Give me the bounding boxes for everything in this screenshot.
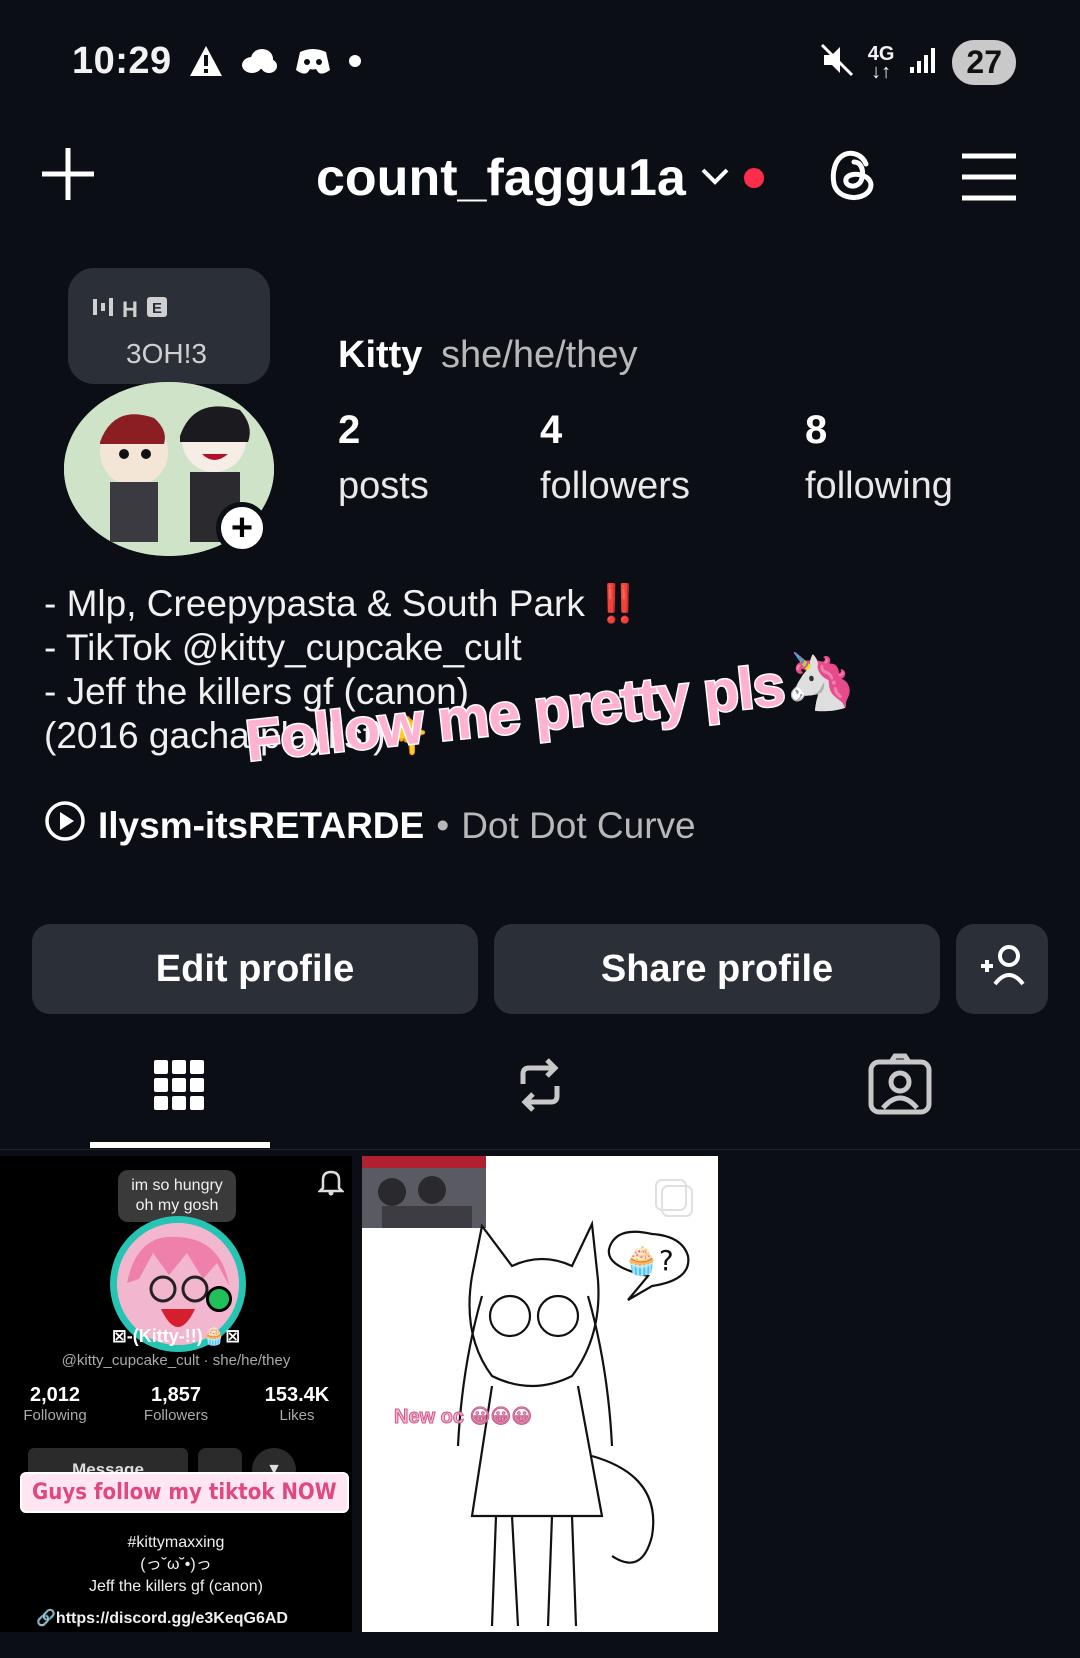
post-caption: New oc 😀😀😀	[393, 1406, 533, 1429]
account-switcher[interactable]: count_faggu1a	[316, 148, 764, 208]
following-label: following	[805, 465, 953, 507]
grid-post[interactable]: im so hungry oh my gosh ⊠-(Kitty-!!)🧁⊠ @…	[0, 1156, 352, 1632]
bell-icon	[316, 1168, 346, 1201]
svg-text:E: E	[152, 300, 162, 317]
tagged-tab[interactable]	[865, 1050, 935, 1120]
notification-dot	[743, 168, 764, 188]
post-bio: #kittymaxxing (っ˘ω˘•)っ Jeff the killers …	[88, 1534, 263, 1595]
plus-icon[interactable]	[38, 144, 98, 204]
post-note-bubble: im so hungry oh my gosh	[118, 1170, 236, 1222]
posts-stat[interactable]: 2 posts	[338, 408, 429, 508]
username: count_faggu1a	[316, 149, 686, 207]
music-track: Ilysm-itsRETARDE	[98, 804, 425, 846]
pronouns: she/he/they	[441, 334, 638, 376]
followers-stat[interactable]: 4 followers	[540, 408, 690, 508]
active-tab-indicator	[90, 1142, 270, 1148]
edit-profile-button[interactable]: Edit profile	[32, 924, 478, 1014]
profile-tabs	[0, 1040, 1080, 1150]
post-banner-text: Guys follow my tiktok NOW	[20, 1472, 349, 1513]
bio-line: - Mlp, Creepypasta & South Park ‼️	[44, 583, 642, 624]
post-following-label: Following	[23, 1407, 87, 1424]
followers-count: 4	[540, 408, 563, 452]
online-indicator	[206, 1286, 232, 1312]
note-label: H	[122, 297, 138, 322]
battery-indicator: 27	[952, 40, 1016, 85]
bio-line[interactable]: - TikTok @kitty_cupcake_cult	[44, 626, 641, 670]
grid-post[interactable]: 🧁? New oc 😀😀😀	[362, 1156, 718, 1632]
display-name: Kitty	[338, 334, 423, 376]
reposts-tab[interactable]	[505, 1050, 575, 1120]
discord-icon	[294, 46, 332, 81]
thought-bubble-text: 🧁?	[624, 1244, 674, 1277]
link-icon: 🔗	[36, 1610, 56, 1627]
network-4g-icon: 4G ↓↑	[867, 42, 895, 83]
posts-label: posts	[338, 465, 429, 507]
add-person-icon	[977, 942, 1027, 996]
post-likes-count: 153.4K	[264, 1384, 330, 1406]
explicit-icon: E	[146, 296, 168, 324]
note-bubble[interactable]: H E 3OH!3	[68, 268, 270, 384]
following-stat[interactable]: 8 following	[805, 408, 953, 508]
following-count: 8	[805, 408, 828, 452]
grid-icon	[154, 1060, 204, 1110]
repost-icon	[520, 1058, 560, 1112]
profile-music[interactable]: Ilysm-itsRETARDE • Dot Dot Curve	[44, 800, 696, 851]
dot-icon	[348, 54, 362, 73]
equalizer-icon	[92, 296, 114, 324]
alert-icon	[188, 44, 224, 83]
grid-tab[interactable]	[144, 1050, 214, 1120]
post-followers-label: Followers	[143, 1407, 209, 1424]
add-story-button[interactable]: +	[216, 502, 268, 554]
posts-count: 2	[338, 408, 361, 452]
profile-name-row: Kitty she/he/they	[338, 334, 638, 377]
post-following-count: 2,012	[29, 1384, 81, 1406]
note-text: 3OH!3	[126, 338, 207, 369]
share-profile-button[interactable]: Share profile	[494, 924, 940, 1014]
menu-icon[interactable]	[958, 150, 1020, 204]
top-nav: count_faggu1a	[0, 140, 1080, 220]
chevron-down-icon	[700, 166, 730, 191]
cloud-icon	[240, 48, 278, 79]
post-likes-label: Likes	[279, 1407, 315, 1424]
play-icon	[44, 800, 86, 851]
followers-label: followers	[540, 465, 690, 507]
discover-people-button[interactable]	[956, 924, 1048, 1014]
tagged-icon	[868, 1053, 932, 1115]
post-followers-count: 1,857	[150, 1384, 202, 1406]
post-link: 🔗https://discord.gg/e3KeqG6AD	[36, 1610, 288, 1627]
status-time: 10:29	[72, 40, 172, 82]
signal-icon	[908, 45, 938, 80]
music-separator: •	[436, 804, 450, 846]
post-display-name: ⊠-(Kitty-!!)🧁⊠	[111, 1326, 241, 1346]
mute-icon	[820, 43, 854, 82]
status-bar: 10:29 4G ↓↑ 27	[0, 0, 1080, 130]
threads-icon[interactable]	[822, 144, 884, 206]
oc-drawing: 🧁?	[456, 1220, 690, 1627]
post-handle: @kitty_cupcake_cult · she/he/they	[61, 1352, 291, 1369]
music-artist: Dot Dot Curve	[461, 804, 696, 846]
